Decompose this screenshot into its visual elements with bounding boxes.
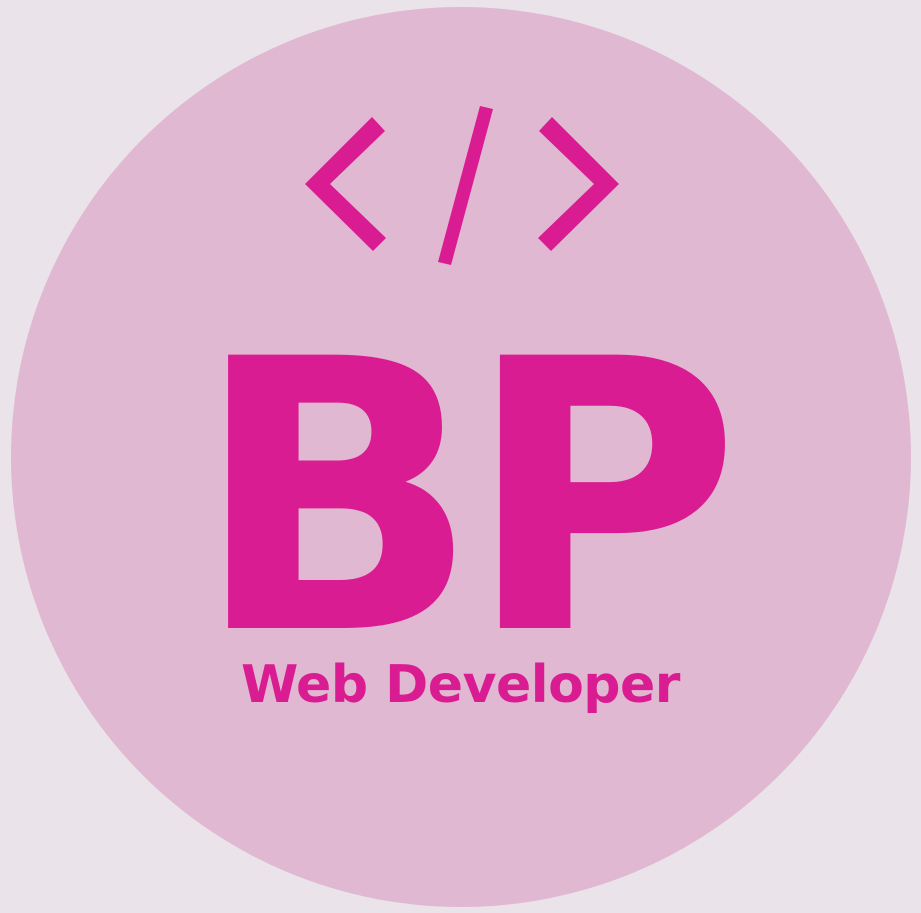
monogram-text: BP (194, 320, 729, 640)
code-brackets-icon (305, 106, 619, 265)
logo-tagline: Web Developer (241, 655, 680, 715)
logo-monogram: BP (194, 320, 743, 640)
logo-canvas: BP Web Developer (0, 0, 921, 913)
